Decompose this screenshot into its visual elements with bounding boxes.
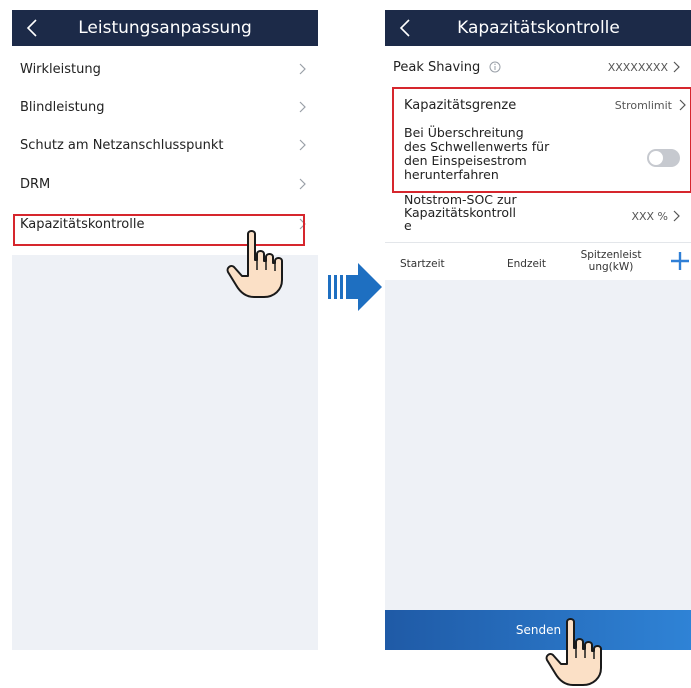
peak-shaving-row[interactable]: Peak Shaving XXXXXXXX [385, 50, 691, 84]
hand-pointer-icon [226, 230, 283, 298]
menu-item-drm[interactable]: DRM [12, 167, 318, 201]
chevron-right-icon [672, 60, 682, 74]
table-body [385, 280, 691, 610]
menu-item-blindleistung[interactable]: Blindleistung [12, 90, 318, 124]
backup-soc-label: Notstrom-SOC zur Kapazitätskontroll e [404, 192, 517, 233]
plus-icon[interactable] [670, 251, 690, 271]
highlight-box [392, 87, 691, 193]
right-header: Kapazitätskontrolle [385, 10, 691, 46]
peak-shaving-value: XXXXXXXX [607, 60, 668, 74]
send-button[interactable]: Senden [385, 610, 691, 650]
info-icon[interactable] [489, 61, 501, 73]
column-header-end: Endzeit [507, 258, 546, 270]
menu-item-label: Blindleistung [20, 99, 105, 115]
arrow-right-icon [328, 263, 382, 311]
chevron-right-icon [672, 208, 682, 227]
chevron-right-icon [298, 100, 308, 114]
hand-pointer-icon [545, 618, 602, 686]
chevron-right-icon [298, 177, 308, 191]
empty-area [12, 255, 318, 650]
page-title: Kapazitätskontrolle [457, 18, 620, 38]
menu-item-label: Schutz am Netzanschlusspunkt [20, 137, 224, 153]
menu-item-label: Wirkleistung [20, 61, 101, 77]
peak-shaving-label: Peak Shaving [393, 59, 481, 75]
column-header-peak-power: Spitzenleist ung(kW) [580, 249, 642, 273]
menu-item-label: DRM [20, 176, 51, 192]
left-screen: Leistungsanpassung Wirkleistung Blindlei… [12, 10, 318, 650]
table-header: Startzeit Endzeit Spitzenleist ung(kW) [385, 242, 691, 281]
menu-item-wirkleistung[interactable]: Wirkleistung [12, 52, 318, 86]
menu-item-schutz[interactable]: Schutz am Netzanschlusspunkt [12, 128, 318, 162]
chevron-right-icon [298, 62, 308, 76]
chevron-right-icon [298, 138, 308, 152]
backup-soc-value[interactable]: XXX % [631, 210, 668, 223]
page-title: Leistungsanpassung [78, 18, 252, 38]
left-header: Leistungsanpassung [12, 10, 318, 46]
column-header-start: Startzeit [400, 258, 445, 270]
